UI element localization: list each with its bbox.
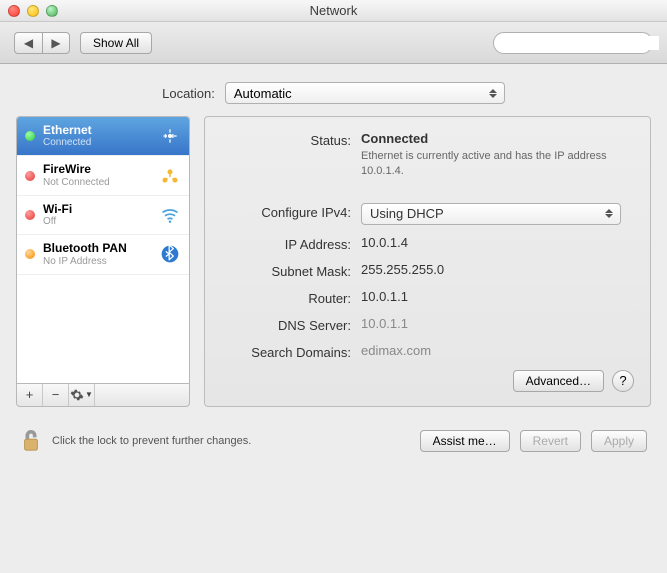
configure-label: Configure IPv4:	[221, 203, 361, 220]
service-wifi[interactable]: Wi-Fi Off	[17, 196, 189, 235]
status-dot-icon	[25, 210, 35, 220]
status-dot-icon	[25, 131, 35, 141]
service-name: Bluetooth PAN	[43, 241, 151, 255]
close-window-button[interactable]	[8, 5, 20, 17]
service-status: Connected	[43, 137, 151, 149]
service-bluetooth-pan[interactable]: Bluetooth PAN No IP Address	[17, 235, 189, 274]
ip-label: IP Address:	[221, 235, 361, 252]
show-all-button[interactable]: Show All	[80, 32, 152, 54]
content: Ethernet Connected FireWire Not Connecte…	[0, 116, 667, 417]
subnet-row: Subnet Mask: 255.255.255.0	[221, 262, 634, 279]
forward-button[interactable]: ▶	[42, 32, 70, 54]
status-dot-icon	[25, 249, 35, 259]
wifi-icon	[159, 204, 181, 226]
search-input[interactable]	[504, 36, 659, 50]
ip-row: IP Address: 10.0.1.4	[221, 235, 634, 252]
status-value: Connected	[361, 131, 634, 146]
advanced-button[interactable]: Advanced…	[513, 370, 604, 392]
dns-row: DNS Server: 10.0.1.1	[221, 316, 634, 333]
back-button[interactable]: ◀	[14, 32, 42, 54]
search-domains-value: edimax.com	[361, 343, 634, 358]
window-controls	[8, 5, 58, 17]
dns-label: DNS Server:	[221, 316, 361, 333]
dns-value: 10.0.1.1	[361, 316, 634, 331]
nav-segment: ◀ ▶	[14, 32, 70, 54]
bottom-bar: Click the lock to prevent further change…	[0, 417, 667, 469]
subnet-label: Subnet Mask:	[221, 262, 361, 279]
status-dot-icon	[25, 171, 35, 181]
remove-service-button[interactable]: −	[43, 384, 69, 406]
gear-icon	[70, 388, 84, 402]
router-value: 10.0.1.1	[361, 289, 634, 304]
service-labels: Ethernet Connected	[43, 123, 151, 149]
sidebar: Ethernet Connected FireWire Not Connecte…	[16, 116, 190, 407]
configure-ipv4-popup[interactable]: Using DHCP	[361, 203, 621, 225]
minimize-window-button[interactable]	[27, 5, 39, 17]
lock-text: Click the lock to prevent further change…	[52, 435, 251, 447]
location-row: Location: Automatic	[0, 64, 667, 116]
configure-row: Configure IPv4: Using DHCP	[221, 203, 634, 225]
location-value: Automatic	[234, 86, 292, 101]
details-panel: Status: Connected Ethernet is currently …	[204, 116, 651, 407]
service-status: No IP Address	[43, 256, 151, 268]
status-value-block: Connected Ethernet is currently active a…	[361, 131, 634, 179]
add-service-button[interactable]: +	[17, 384, 43, 406]
subnet-value: 255.255.255.0	[361, 262, 634, 277]
details-footer: Advanced… ?	[221, 370, 634, 392]
service-labels: Bluetooth PAN No IP Address	[43, 241, 151, 267]
window-title: Network	[0, 3, 667, 18]
toolbar: ◀ ▶ Show All	[0, 22, 667, 64]
search-field[interactable]	[493, 32, 653, 54]
router-row: Router: 10.0.1.1	[221, 289, 634, 306]
service-status: Not Connected	[43, 177, 151, 189]
help-button[interactable]: ?	[612, 370, 634, 392]
service-ethernet[interactable]: Ethernet Connected	[17, 117, 189, 156]
service-name: Wi-Fi	[43, 202, 151, 216]
service-name: Ethernet	[43, 123, 151, 137]
router-label: Router:	[221, 289, 361, 306]
ethernet-icon	[159, 125, 181, 147]
zoom-window-button[interactable]	[46, 5, 58, 17]
action-menu-button[interactable]: ▼	[69, 384, 95, 406]
location-popup[interactable]: Automatic	[225, 82, 505, 104]
service-status: Off	[43, 216, 151, 228]
lock-icon[interactable]	[20, 427, 42, 455]
service-list: Ethernet Connected FireWire Not Connecte…	[16, 116, 190, 383]
sidebar-footer: + − ▼	[16, 383, 190, 407]
service-name: FireWire	[43, 162, 151, 176]
chevron-updown-icon	[604, 207, 614, 221]
ip-value: 10.0.1.4	[361, 235, 634, 250]
service-labels: Wi-Fi Off	[43, 202, 151, 228]
search-domains-label: Search Domains:	[221, 343, 361, 360]
apply-button[interactable]: Apply	[591, 430, 647, 452]
bluetooth-icon	[159, 243, 181, 265]
status-row: Status: Connected Ethernet is currently …	[221, 131, 634, 179]
status-label: Status:	[221, 131, 361, 148]
search-domains-row: Search Domains: edimax.com	[221, 343, 634, 360]
revert-button[interactable]: Revert	[520, 430, 581, 452]
service-firewire[interactable]: FireWire Not Connected	[17, 156, 189, 195]
assist-me-button[interactable]: Assist me…	[420, 430, 510, 452]
service-labels: FireWire Not Connected	[43, 162, 151, 188]
status-description: Ethernet is currently active and has the…	[361, 149, 634, 179]
location-label: Location:	[162, 86, 215, 101]
firewire-icon	[159, 165, 181, 187]
titlebar: Network	[0, 0, 667, 22]
chevron-updown-icon	[488, 86, 498, 100]
configure-value: Using DHCP	[370, 206, 444, 221]
